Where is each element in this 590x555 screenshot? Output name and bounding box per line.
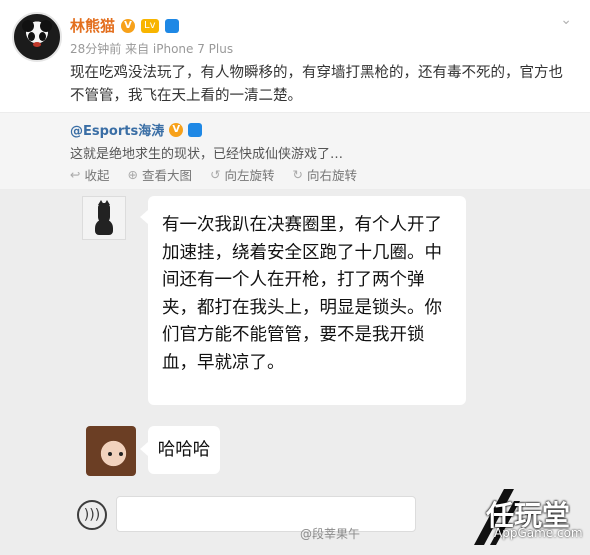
collapse-label: 收起 (84, 168, 110, 183)
repost-header: @Esports海涛 V (70, 120, 203, 139)
chat-bubble: 哈哈哈 (140, 426, 220, 474)
voice-input-icon[interactable]: ))) (77, 500, 107, 530)
zoom-icon: ⊕ (127, 167, 138, 182)
avatar-nose (33, 42, 41, 47)
rotate-right-icon: ↻ (292, 167, 303, 182)
cat-body (95, 219, 113, 235)
vip-icon (188, 122, 203, 137)
weibo-post: 林熊猫 V Lv 28分钟前 来自 iPhone 7 Plus ⌄ 现在吃鸡没法… (0, 0, 590, 195)
avatar-eye (119, 452, 123, 456)
chat-bubble: 有一次我趴在决赛圈里，有个人开了加速挂，绕着安全区跑了十几圈。中间还有一个人在开… (140, 196, 466, 405)
avatar-ear (40, 20, 52, 32)
rotate-left-button[interactable]: ↺ 向左旋转 (210, 165, 275, 184)
view-large-button[interactable]: ⊕ 查看大图 (128, 165, 193, 184)
rotate-right-label: 向右旋转 (306, 168, 357, 183)
chat-avatar-girl (86, 426, 136, 476)
chat-input[interactable] (116, 496, 416, 532)
avatar-eye (108, 452, 112, 456)
post-meta: 28分钟前 来自 iPhone 7 Plus (70, 42, 234, 56)
repost-username[interactable]: @Esports海涛 (70, 120, 164, 139)
verified-icon: V (121, 18, 136, 33)
chat-avatar-cat (82, 196, 126, 240)
avatar-eye (28, 32, 35, 41)
repost-text: 这就是绝地求生的现状，已经快成仙侠游戏了… (70, 147, 344, 162)
verified-icon: V (169, 122, 184, 137)
post-content: 现在吃鸡没法玩了，有人物瞬移的，有穿墙打黑枪的，还有毒不死的，官方也不管管，我飞… (70, 65, 563, 104)
repost-block: @Esports海涛 V 这就是绝地求生的现状，已经快成仙侠游戏了… ↩ 收起 … (0, 112, 590, 190)
collapse-icon: ↩ (70, 167, 81, 182)
view-large-label: 查看大图 (141, 168, 192, 183)
rotate-left-icon: ↺ (210, 167, 221, 182)
avatar-ear (22, 20, 34, 32)
post-header: 林熊猫 V Lv (70, 15, 179, 36)
level-badge: Lv (141, 18, 159, 33)
collapse-button[interactable]: ↩ 收起 (70, 165, 110, 184)
vip-icon (164, 18, 179, 33)
image-actions: ↩ 收起 ⊕ 查看大图 ↺ 向左旋转 ↻ 向右旋转 (70, 165, 357, 184)
rotate-left-label: 向左旋转 (224, 168, 275, 183)
user-avatar[interactable] (12, 12, 62, 62)
avatar-eye (39, 32, 46, 41)
logo-subtext: AppGame.com (494, 526, 583, 540)
chevron-down-icon[interactable]: ⌄ (560, 12, 572, 28)
rotate-right-button[interactable]: ↻ 向右旋转 (293, 165, 358, 184)
weibo-watermark: @段莘果午 (300, 527, 361, 541)
post-username[interactable]: 林熊猫 (70, 15, 115, 36)
